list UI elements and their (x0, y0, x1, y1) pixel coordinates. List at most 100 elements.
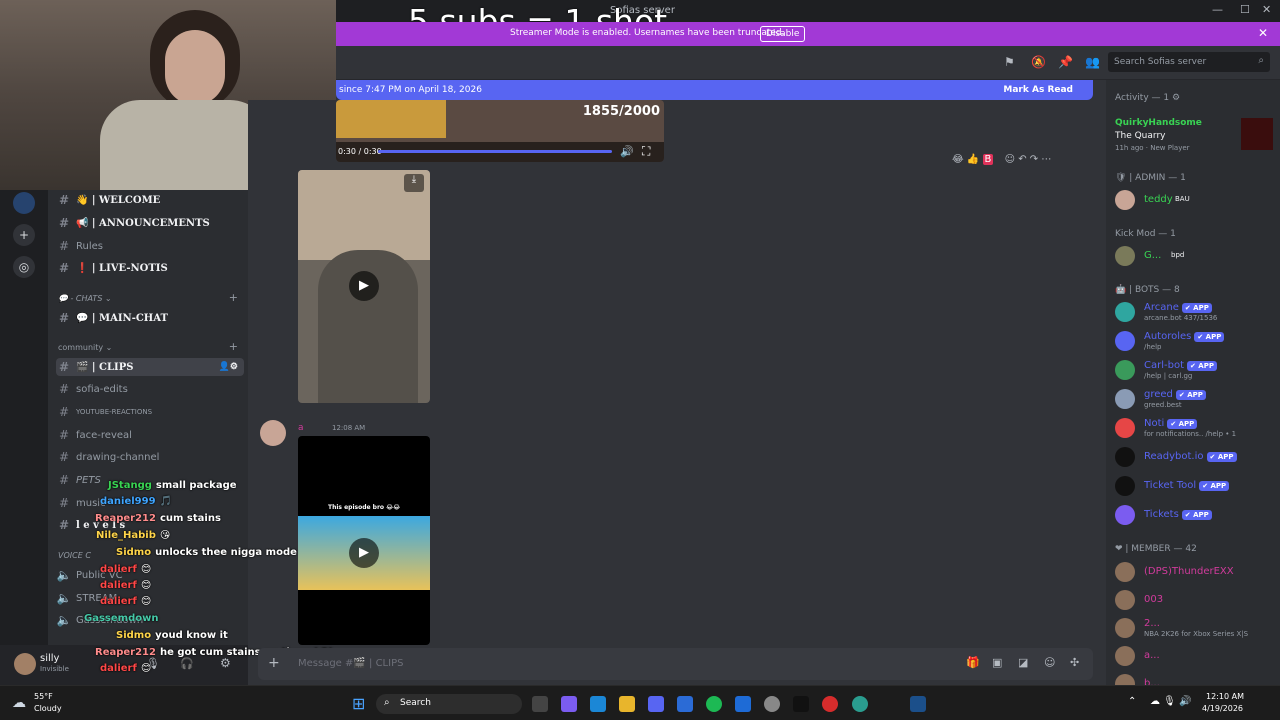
add-channel-icon[interactable]: + (229, 291, 238, 304)
gift-icon[interactable]: 🎁 (966, 656, 980, 669)
pinned-icon[interactable]: 📌 (1058, 55, 1073, 69)
avatar[interactable] (260, 420, 286, 446)
member-item[interactable]: 2... NBA 2K26 for Xbox Series X|S (1115, 616, 1280, 642)
bot-item[interactable]: Arcane ✔ APP arcane.bot 437/1536 (1115, 300, 1280, 326)
member-item[interactable]: 003 (1115, 588, 1280, 614)
channel-live-notis[interactable]: # ❗ | LIVE-NOTIS (56, 259, 244, 277)
member-item[interactable]: (DPS)ThunderEXX (1115, 560, 1280, 586)
steam-app-icon[interactable] (910, 696, 926, 712)
threads-icon[interactable]: ⚑ (1004, 55, 1018, 69)
minimize-button[interactable]: — (1212, 3, 1223, 16)
banner-close-icon[interactable]: ✕ (1258, 26, 1268, 40)
channel-drawing[interactable]: # drawing-channel (56, 448, 244, 466)
avatar[interactable] (14, 653, 36, 675)
attach-plus-icon[interactable]: + (268, 655, 280, 671)
gif-icon[interactable]: ▣ (992, 656, 1002, 669)
channel-welcome[interactable]: # 👋 | WELCOME (56, 191, 244, 209)
copilot-icon[interactable] (561, 696, 577, 712)
channel-clips[interactable]: # 🎬 | CLIPS 👤⚙ (56, 358, 244, 376)
clock-time[interactable]: 12:10 AM (1206, 692, 1244, 701)
more-icon[interactable]: ⋯ (1041, 154, 1051, 165)
category-community[interactable]: community ⌄ (58, 343, 112, 352)
sticker-icon[interactable]: ◪ (1018, 656, 1028, 669)
member-list-icon[interactable]: 👥 (1085, 55, 1100, 69)
chat-text: youd know it (155, 630, 228, 641)
channel-sofia-edits[interactable]: # sofia-edits (56, 380, 244, 398)
edge-icon[interactable] (590, 696, 606, 712)
play-icon[interactable]: ▶ (349, 538, 379, 568)
disable-streamer-mode-button[interactable]: Disable (760, 26, 806, 42)
channel-rules[interactable]: # Rules (56, 237, 244, 255)
clock-date[interactable]: 4/19/2026 (1202, 704, 1243, 713)
avatar (1115, 618, 1135, 638)
bot-item[interactable]: Carl-bot ✔ APP/help | carl.gg (1115, 358, 1280, 384)
video-1[interactable]: 1855/2000 0:30 / 0:30 🔊 ⛶ (336, 100, 664, 162)
avatar (1115, 674, 1135, 685)
channel-main-chat[interactable]: # 💬 | MAIN-CHAT (56, 309, 244, 327)
activity-card[interactable]: QuirkyHandsome The Quarry 11h ago · New … (1115, 116, 1275, 156)
chat-name: JStangg (108, 480, 152, 491)
new-messages-bar[interactable]: since 7:47 PM on April 18, 2026 Mark As … (336, 80, 1093, 100)
opera-icon[interactable] (822, 696, 838, 712)
video-1-progress[interactable] (378, 150, 612, 153)
avatar (1115, 389, 1135, 409)
bot-name: Noti ✔ APP (1144, 418, 1198, 429)
mark-as-read-button[interactable]: Mark As Read (1003, 85, 1073, 95)
bot-item[interactable]: Tickets ✔ APP (1115, 503, 1280, 529)
laugh-reaction-icon[interactable]: 😂 (952, 154, 964, 165)
b-reaction-icon[interactable]: B (982, 154, 994, 165)
emoji-icon[interactable]: ☺ (1044, 656, 1055, 669)
reply-icon[interactable]: ↶ (1018, 154, 1026, 165)
apps-icon[interactable]: ✣ (1070, 656, 1079, 669)
thumbs-up-reaction-icon[interactable]: 👍 (967, 154, 979, 165)
download-icon[interactable]: ⤓ (404, 174, 424, 192)
hash-icon: # (58, 360, 70, 374)
server-icon[interactable] (13, 192, 35, 214)
category-chats[interactable]: 💬 - CHATS ⌄ (58, 294, 112, 303)
bot-item[interactable]: Readybot.io ✔ APP (1115, 445, 1280, 471)
message-list[interactable]: 1855/2000 0:30 / 0:30 🔊 ⛶ 😂 👍 B ☺ ↶ ↷ ⋯ … (248, 100, 1093, 645)
task-view-icon[interactable] (532, 696, 548, 712)
channel-settings-icon[interactable]: 👤⚙ (219, 362, 238, 372)
start-icon[interactable]: ⊞ (352, 694, 365, 713)
channel-announcements[interactable]: # 📢 | ANNOUNCEMENTS (56, 214, 244, 232)
store-icon[interactable] (677, 696, 693, 712)
hash-icon: # (58, 261, 70, 275)
app-icon[interactable] (852, 696, 868, 712)
mail-icon[interactable] (735, 696, 751, 712)
steam-icon[interactable] (764, 696, 780, 712)
search-input[interactable]: Search Sofias server ⌕ (1108, 52, 1270, 72)
video-2[interactable]: ▶ ⤓ (298, 170, 430, 403)
spotify-icon[interactable] (706, 696, 722, 712)
channel-youtube-reactions[interactable]: # YOUTUBE-REACTIONS (56, 403, 244, 421)
tray-chevron-icon[interactable]: ⌃ (1128, 696, 1136, 707)
play-icon[interactable]: ▶ (349, 271, 379, 301)
member-item[interactable]: b... (1115, 672, 1280, 685)
channel-face-reveal[interactable]: # face-reveal (56, 426, 244, 444)
message-author[interactable]: a (298, 423, 304, 433)
fullscreen-icon[interactable]: ⛶ (642, 144, 650, 159)
volume-icon[interactable]: 🔊 (620, 145, 634, 158)
bot-item[interactable]: Autoroles ✔ APP/help (1115, 329, 1280, 355)
taskbar-search[interactable]: ⌕ Search (376, 694, 522, 714)
member-item[interactable]: a... (1115, 644, 1280, 670)
add-reaction-icon[interactable]: ☺ (1005, 154, 1015, 165)
discover-icon[interactable]: ◎ (13, 256, 35, 278)
bot-item[interactable]: Noti ✔ APP for notifications.. /help • 1 (1115, 416, 1280, 442)
bot-item[interactable]: greed ✔ APP greed.best (1115, 387, 1280, 413)
message-composer[interactable]: + Message #🎬 | CLIPS 🎁 ▣ ◪ ☺ ✣ (258, 648, 1093, 680)
notification-settings-icon[interactable]: 🔕 (1031, 55, 1046, 69)
discord-icon[interactable] (648, 696, 664, 712)
bot-item[interactable]: Ticket Tool ✔ APP (1115, 474, 1280, 500)
maximize-button[interactable]: ☐ (1240, 3, 1250, 16)
add-server-icon[interactable]: + (13, 224, 35, 246)
file-explorer-icon[interactable] (619, 696, 635, 712)
forward-icon[interactable]: ↷ (1030, 154, 1038, 165)
member-item[interactable]: teddy BAU (1115, 188, 1280, 214)
add-channel-icon[interactable]: + (229, 340, 238, 353)
member-item[interactable]: G... bpd (1115, 244, 1280, 270)
close-window-button[interactable]: ✕ (1262, 3, 1271, 16)
message-actions[interactable]: 😂 👍 B ☺ ↶ ↷ ⋯ (952, 154, 1092, 168)
tray-icons[interactable]: ☁ 🎙 🔊 (1150, 696, 1192, 707)
tiktok-icon[interactable] (793, 696, 809, 712)
